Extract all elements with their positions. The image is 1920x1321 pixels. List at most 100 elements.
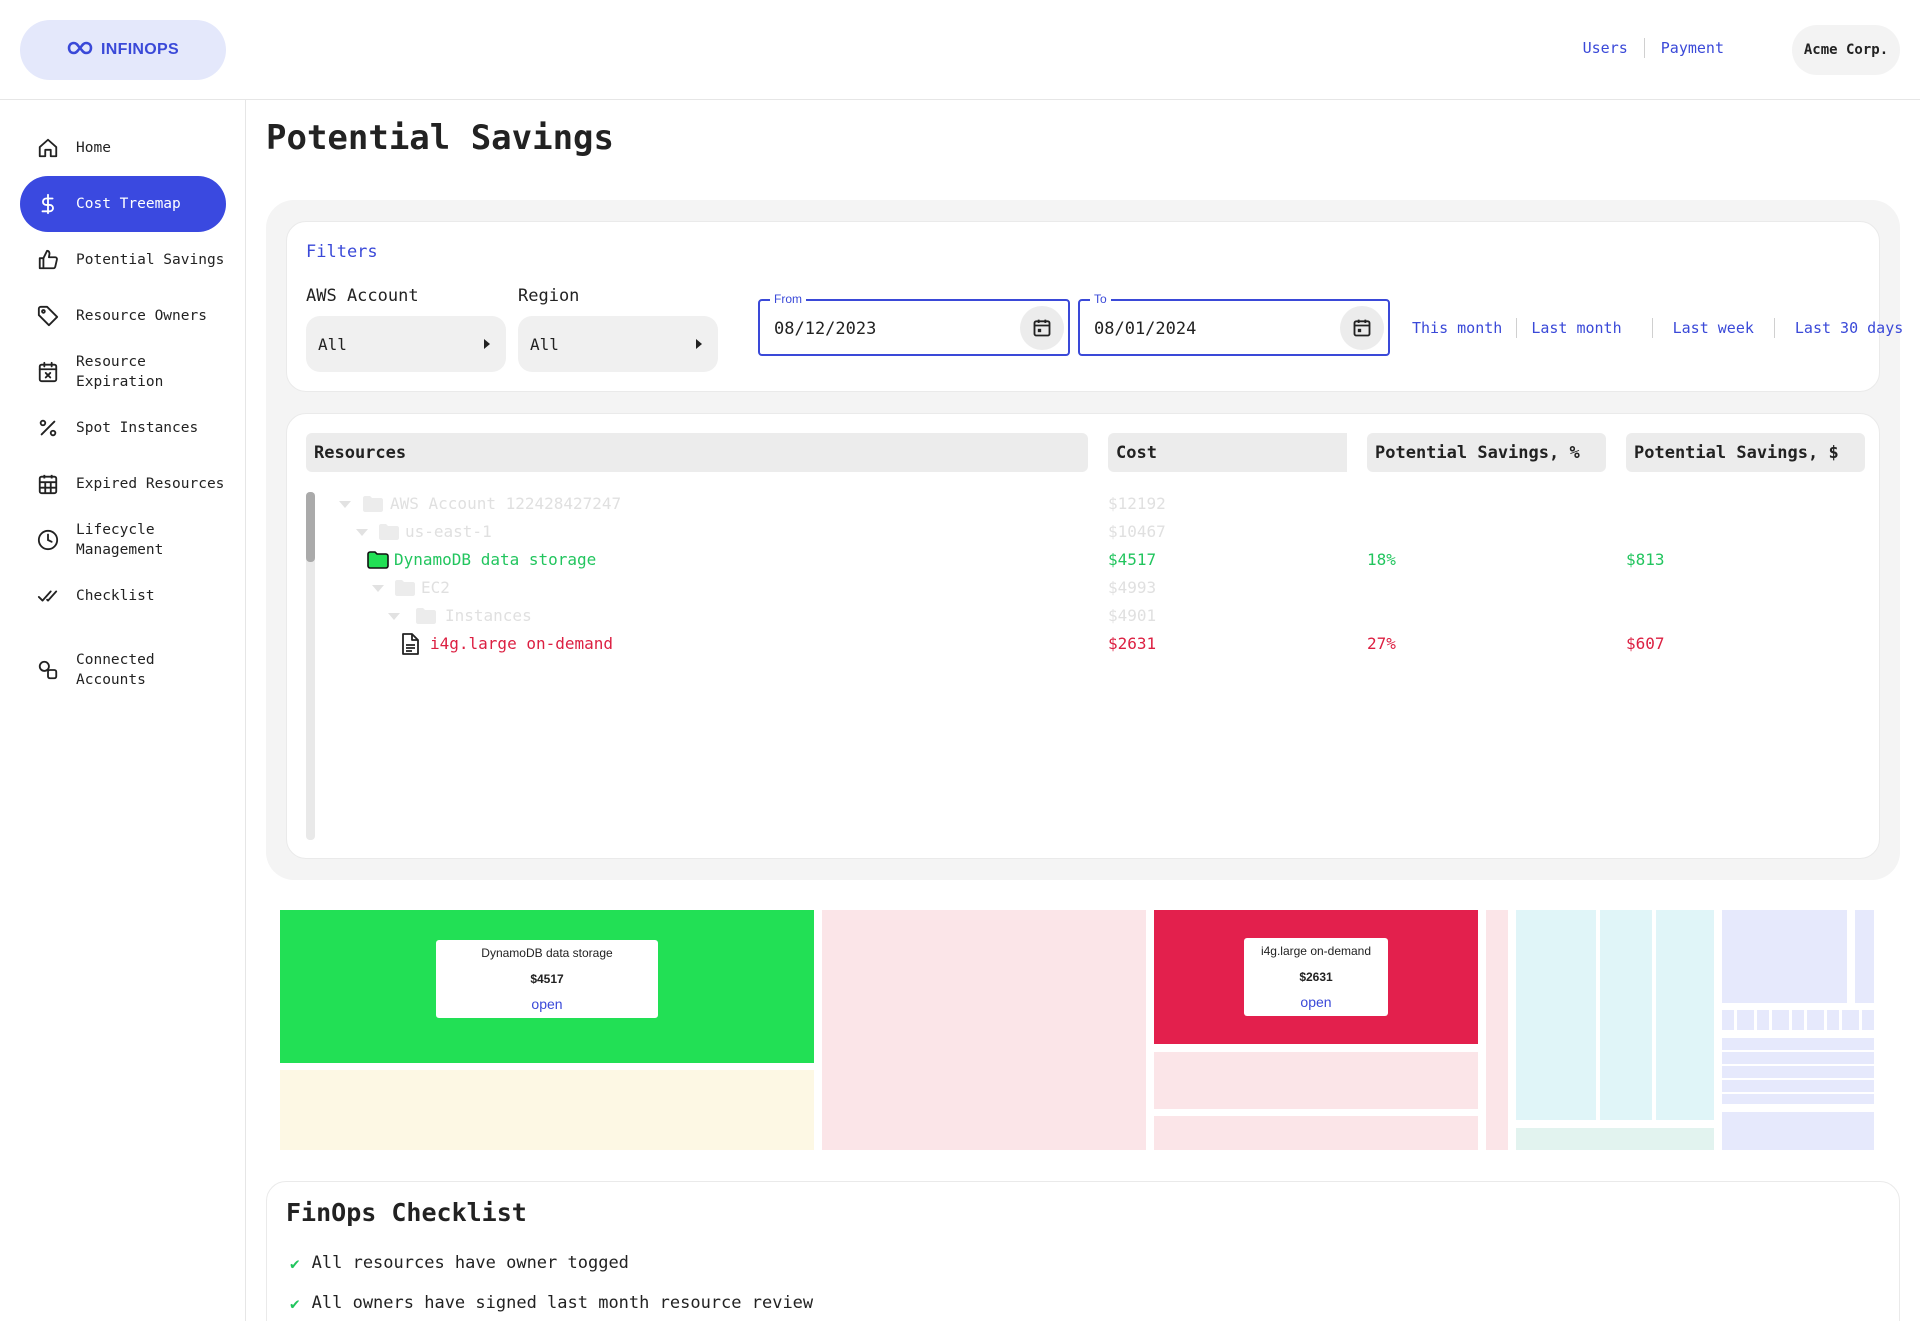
treemap-tile[interactable] (1154, 1116, 1478, 1150)
logo-text: INFINOPS (101, 41, 179, 58)
treemap-tooltip: i4g.large on-demand $2631 open (1244, 938, 1388, 1016)
resource-cost: $4993 (1108, 578, 1157, 597)
treemap-tile[interactable] (1486, 910, 1508, 1150)
treemap-tile[interactable] (1722, 910, 1847, 1003)
home-icon (36, 136, 60, 160)
resource-cost: $4901 (1108, 606, 1157, 625)
treemap-tile[interactable] (1154, 1052, 1478, 1109)
resource-name: EC2 (421, 578, 450, 597)
treemap-tile[interactable] (280, 1070, 814, 1150)
this-month-link[interactable]: This month (1398, 319, 1516, 337)
filters-title: Filters (306, 242, 378, 262)
expand-caret-icon[interactable] (339, 501, 351, 508)
savings-pct: 27% (1367, 634, 1396, 653)
sidebar-item-potential-savings[interactable]: Potential Savings (20, 232, 226, 288)
expand-caret-icon[interactable] (356, 529, 368, 536)
tag-icon (36, 304, 60, 328)
table-row[interactable]: DynamoDB data storage $4517 18% $813 (0, 548, 1920, 572)
aws-account-value: All (318, 334, 347, 354)
caret-right-icon (696, 339, 702, 349)
sidebar-item-label: Resource Expiration (76, 354, 164, 390)
payment-link[interactable]: Payment (1645, 39, 1740, 57)
last-week-link[interactable]: Last week (1653, 319, 1774, 337)
column-header-cost[interactable]: Cost (1108, 433, 1347, 472)
treemap-tile[interactable] (1516, 910, 1596, 1120)
tooltip-value: $4517 (530, 972, 564, 986)
checklist-item: ✔ All owners have signed last month reso… (290, 1293, 813, 1313)
from-date-field[interactable]: From 08/12/2023 (758, 292, 1070, 356)
region-value: All (530, 334, 559, 354)
calendar-icon[interactable] (1020, 306, 1064, 350)
expand-caret-icon[interactable] (388, 613, 400, 620)
savings-pct: 18% (1367, 550, 1396, 569)
table-row[interactable]: Instances $4901 (0, 604, 1920, 628)
sidebar-item-label: Potential Savings (76, 252, 225, 268)
table-row[interactable]: us-east-1 $10467 (0, 520, 1920, 544)
sidebar-item-label: Home (76, 140, 111, 156)
sidebar-item-resource-expiration[interactable]: Resource Expiration (20, 344, 226, 400)
sidebar-item-spot-instances[interactable]: Spot Instances (20, 400, 226, 456)
treemap-tile[interactable] (1722, 1038, 1874, 1104)
region-select[interactable]: All (518, 316, 718, 372)
resource-cost: $12192 (1108, 494, 1166, 513)
last-30-days-link[interactable]: Last 30 days (1775, 319, 1917, 337)
treemap-tile[interactable] (1516, 1128, 1714, 1150)
savings-usd: $607 (1626, 634, 1665, 653)
resource-cost: $2631 (1108, 634, 1157, 653)
header-links: Users Payment (1567, 38, 1740, 58)
folder-icon (394, 579, 416, 597)
resource-name[interactable]: DynamoDB data storage (394, 548, 596, 572)
treemap-tile[interactable] (1600, 910, 1652, 1120)
top-header: INFINOPS Users Payment Acme Corp. (0, 0, 1920, 100)
tooltip-name: i4g.large on-demand (1260, 944, 1372, 958)
column-header-resources[interactable]: Resources (306, 433, 1088, 472)
folder-icon (362, 495, 384, 513)
treemap-tile[interactable] (1722, 1112, 1874, 1150)
document-icon (400, 633, 422, 655)
dollar-icon (36, 192, 60, 216)
quick-date-ranges: This month Last month Last week Last 30 … (1398, 318, 1917, 338)
last-month-link[interactable]: Last month (1517, 319, 1651, 337)
treemap-tile[interactable] (1855, 910, 1874, 1003)
tooltip-value: $2631 (1299, 970, 1333, 984)
from-date-label: From (770, 292, 806, 306)
resource-name[interactable]: i4g.large on-demand (430, 632, 613, 656)
logo[interactable]: INFINOPS (20, 20, 226, 80)
tooltip-open-link[interactable]: open (1244, 994, 1388, 1010)
savings-usd: $813 (1626, 550, 1665, 569)
page-title: Potential Savings (266, 118, 614, 158)
treemap-tooltip: DynamoDB data storage $4517 open (436, 940, 658, 1018)
to-date-field[interactable]: To 08/01/2024 (1078, 292, 1390, 356)
table-row[interactable]: AWS Account 122428427247 $12192 (0, 492, 1920, 516)
tooltip-open-link[interactable]: open (436, 996, 658, 1012)
calendar-x-icon (36, 360, 60, 384)
column-header-savings-pct[interactable]: Potential Savings, % (1367, 433, 1606, 472)
sidebar-item-resource-owners[interactable]: Resource Owners (20, 288, 226, 344)
company-switcher[interactable]: Acme Corp. (1792, 25, 1900, 75)
checklist-item-label: All owners have signed last month resour… (311, 1293, 814, 1313)
table-row[interactable]: i4g.large on-demand $2631 27% $607 (0, 632, 1920, 656)
sidebar-item-label: Spot Instances (76, 420, 199, 436)
region-label: Region (518, 286, 580, 306)
sidebar-item-cost-treemap[interactable]: Cost Treemap (20, 176, 226, 232)
sidebar-item-label: Connected Accounts (76, 652, 155, 688)
to-date-value: 08/01/2024 (1094, 319, 1197, 339)
table-scrollbar[interactable] (306, 492, 315, 840)
aws-account-select[interactable]: All (306, 316, 506, 372)
caret-right-icon (484, 339, 490, 349)
users-link[interactable]: Users (1567, 39, 1644, 57)
column-header-savings-usd[interactable]: Potential Savings, $ (1626, 433, 1865, 472)
calendar-icon[interactable] (1340, 306, 1384, 350)
treemap-tile[interactable] (822, 910, 1146, 1150)
tooltip-name: DynamoDB data storage (481, 946, 613, 960)
checklist-title: FinOps Checklist (286, 1198, 527, 1227)
folder-icon (378, 523, 400, 541)
resource-cost: $10467 (1108, 522, 1166, 541)
treemap-tile[interactable] (1722, 1010, 1874, 1030)
resource-cost: $4517 (1108, 550, 1157, 569)
sidebar-item-home[interactable]: Home (20, 120, 226, 176)
expand-caret-icon[interactable] (372, 585, 384, 592)
table-row[interactable]: EC2 $4993 (0, 576, 1920, 600)
treemap-tile[interactable] (1656, 910, 1714, 1120)
infinity-icon (67, 41, 93, 60)
